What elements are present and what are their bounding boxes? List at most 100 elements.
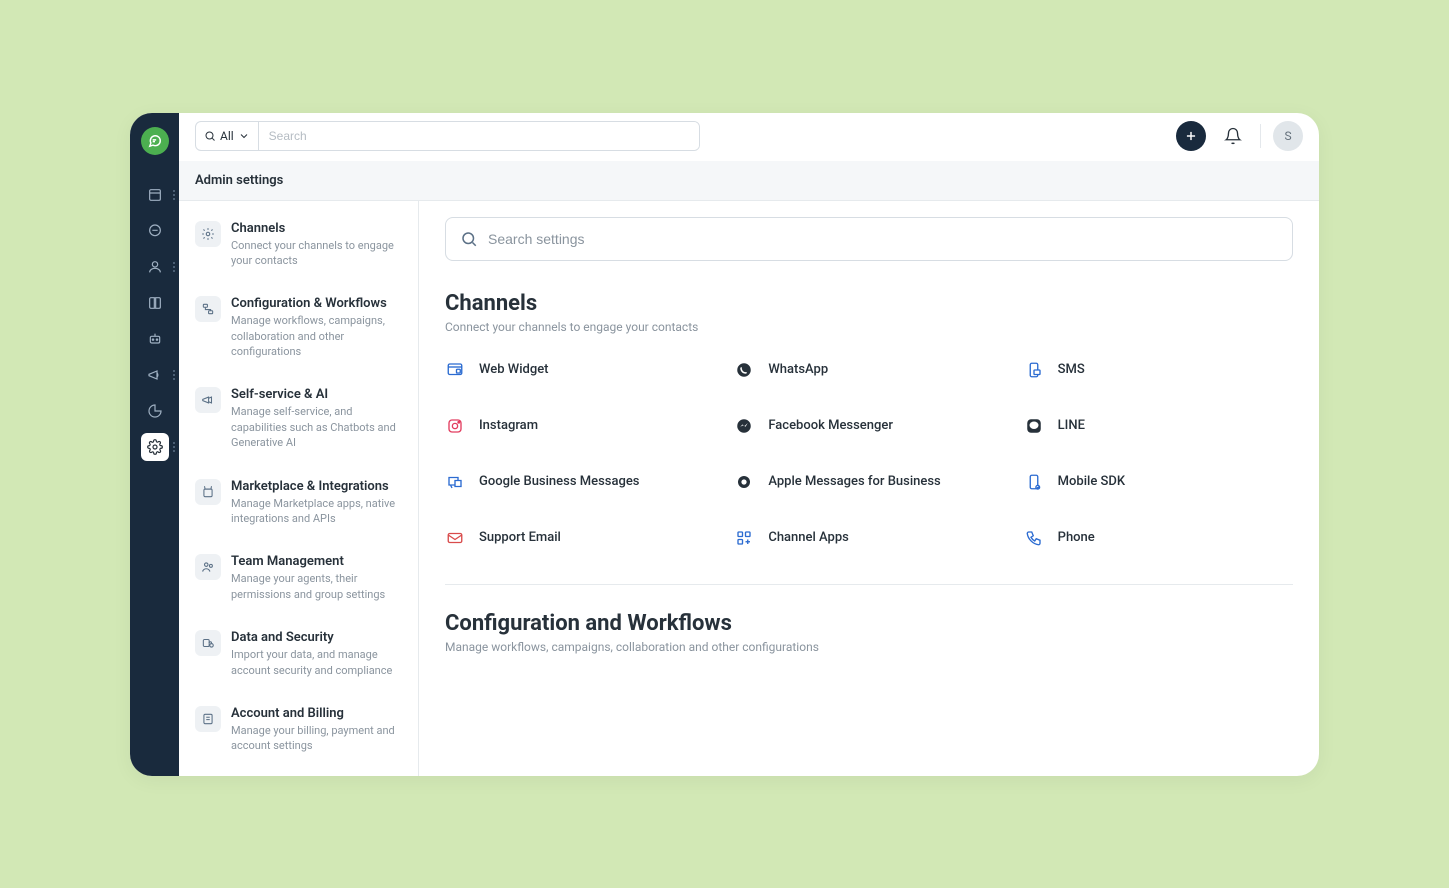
channel-instagram[interactable]: Instagram: [445, 416, 714, 436]
apple-business-icon: [734, 472, 754, 492]
channel-google-business[interactable]: Google Business Messages: [445, 472, 714, 492]
sidebar-item-title: Data and Security: [231, 630, 402, 645]
sidebar-item-desc: Manage Marketplace apps, native integrat…: [231, 496, 402, 527]
nav-campaigns[interactable]: [141, 361, 169, 389]
channel-label: Instagram: [479, 418, 538, 433]
search-scope-label: All: [220, 129, 234, 143]
sidebar-item-desc: Manage your agents, their permissions an…: [231, 571, 402, 602]
dashboard-icon: [147, 187, 163, 203]
new-button[interactable]: [1176, 121, 1206, 151]
plus-icon: [1184, 129, 1198, 143]
sidebar-item-desc: Manage your billing, payment and account…: [231, 723, 402, 754]
channel-label: Phone: [1058, 530, 1095, 545]
settings-sidebar: Channels Connect your channels to engage…: [179, 201, 419, 776]
body: Channels Connect your channels to engage…: [179, 201, 1319, 776]
messenger-icon: [734, 416, 754, 436]
sidebar-item-desc: Manage self-service, and capabilities su…: [231, 404, 402, 450]
email-icon: [445, 528, 465, 548]
channel-messenger[interactable]: Facebook Messenger: [734, 416, 1003, 436]
web-widget-icon: [445, 360, 465, 380]
channel-grid: Web Widget WhatsApp SMS Instagram: [445, 360, 1293, 548]
channel-label: SMS: [1058, 362, 1085, 377]
nav-settings[interactable]: [141, 433, 169, 461]
message-icon: [147, 223, 163, 239]
global-search-input[interactable]: [259, 122, 699, 150]
channel-label: Mobile SDK: [1058, 474, 1125, 489]
channel-label: Support Email: [479, 530, 561, 545]
ai-icon: [195, 387, 221, 413]
channel-mobile-sdk[interactable]: Mobile SDK: [1024, 472, 1293, 492]
channel-whatsapp[interactable]: WhatsApp: [734, 360, 1003, 380]
chevron-down-icon: [238, 130, 250, 142]
channel-label: Apple Messages for Business: [768, 474, 940, 489]
channel-label: Web Widget: [479, 362, 549, 377]
notifications-button[interactable]: [1218, 121, 1248, 151]
sidebar-item-title: Marketplace & Integrations: [231, 479, 402, 494]
sidebar-item-security[interactable]: Data and Security Import your data, and …: [189, 622, 408, 686]
nav-conversations[interactable]: [141, 217, 169, 245]
global-search: All: [195, 121, 700, 151]
settings-search: [445, 217, 1293, 261]
phone-icon: [1024, 528, 1044, 548]
chat-icon: [148, 134, 162, 148]
nav-dashboard[interactable]: [141, 181, 169, 209]
marketplace-icon: [195, 479, 221, 505]
nav-knowledge[interactable]: [141, 289, 169, 317]
channel-label: Facebook Messenger: [768, 418, 893, 433]
nav-rail: [130, 113, 179, 776]
apps-icon: [734, 528, 754, 548]
channels-icon: [195, 221, 221, 247]
section-title-channels: Channels: [445, 291, 1293, 316]
search-icon: [460, 230, 478, 248]
topbar: All S: [179, 113, 1319, 161]
content-area: Channels Connect your channels to engage…: [419, 201, 1319, 776]
channel-phone[interactable]: Phone: [1024, 528, 1293, 548]
billing-icon: [195, 706, 221, 732]
channel-label: Google Business Messages: [479, 474, 639, 489]
avatar-initial: S: [1284, 129, 1291, 143]
line-icon: [1024, 416, 1044, 436]
piechart-icon: [147, 403, 163, 419]
sidebar-item-billing[interactable]: Account and Billing Manage your billing,…: [189, 698, 408, 762]
app-logo[interactable]: [141, 127, 169, 155]
channel-sms[interactable]: SMS: [1024, 360, 1293, 380]
nav-contacts[interactable]: [141, 253, 169, 281]
nav-bots[interactable]: [141, 325, 169, 353]
page-title: Admin settings: [195, 173, 283, 188]
channel-label: LINE: [1058, 418, 1085, 433]
settings-search-input[interactable]: [488, 231, 1278, 247]
channel-line[interactable]: LINE: [1024, 416, 1293, 436]
sidebar-item-title: Configuration & Workflows: [231, 296, 402, 311]
channel-label: Channel Apps: [768, 530, 849, 545]
instagram-icon: [445, 416, 465, 436]
search-scope-selector[interactable]: All: [196, 122, 259, 150]
page-title-bar: Admin settings: [179, 161, 1319, 201]
sidebar-item-ai[interactable]: Self-service & AI Manage self-service, a…: [189, 379, 408, 458]
sidebar-item-desc: Manage workflows, campaigns, collaborati…: [231, 313, 402, 359]
sidebar-item-title: Channels: [231, 221, 402, 236]
app-window: All S Admin settings: [130, 113, 1319, 776]
sidebar-item-desc: Connect your channels to engage your con…: [231, 238, 402, 269]
channel-apps[interactable]: Channel Apps: [734, 528, 1003, 548]
bell-icon: [1224, 127, 1242, 145]
sidebar-item-desc: Import your data, and manage account sec…: [231, 647, 402, 678]
channel-apple-business[interactable]: Apple Messages for Business: [734, 472, 1003, 492]
user-icon: [147, 259, 163, 275]
whatsapp-icon: [734, 360, 754, 380]
sidebar-item-configuration[interactable]: Configuration & Workflows Manage workflo…: [189, 288, 408, 367]
main-area: All S Admin settings: [179, 113, 1319, 776]
sidebar-item-title: Self-service & AI: [231, 387, 402, 402]
nav-reports[interactable]: [141, 397, 169, 425]
sidebar-item-marketplace[interactable]: Marketplace & Integrations Manage Market…: [189, 471, 408, 535]
sidebar-item-team[interactable]: Team Management Manage your agents, thei…: [189, 546, 408, 610]
user-avatar[interactable]: S: [1273, 121, 1303, 151]
gear-icon: [147, 439, 163, 455]
topbar-divider: [1260, 124, 1261, 148]
channel-support-email[interactable]: Support Email: [445, 528, 714, 548]
channel-web-widget[interactable]: Web Widget: [445, 360, 714, 380]
book-icon: [147, 295, 163, 311]
workflow-icon: [195, 296, 221, 322]
mobile-sdk-icon: [1024, 472, 1044, 492]
sidebar-item-channels[interactable]: Channels Connect your channels to engage…: [189, 213, 408, 277]
section-title-config: Configuration and Workflows: [445, 611, 1293, 636]
